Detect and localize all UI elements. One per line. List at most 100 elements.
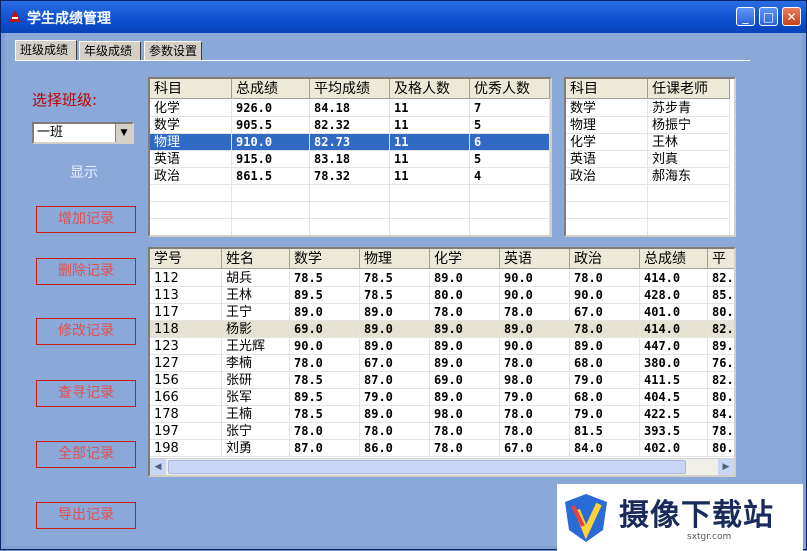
table-row[interactable]: 117 王宁 89.0 89.0 78.0 78.0 67.0 401.0 80. — [150, 304, 734, 321]
table-cell: 178 — [150, 406, 222, 423]
table-cell: 123 — [150, 338, 222, 355]
table-cell: 78.0 — [500, 355, 570, 372]
table-cell — [232, 219, 310, 235]
table-row[interactable]: 政治 郝海东 — [566, 168, 730, 185]
empty-row — [150, 202, 550, 219]
column-header[interactable]: 优秀人数 — [470, 79, 550, 99]
table-cell: 89.0 — [360, 304, 430, 321]
table-cell: 78.0 — [290, 423, 360, 440]
table-row[interactable]: 166 张军 89.5 79.0 89.0 79.0 68.0 404.5 80. — [150, 389, 734, 406]
search-record-button[interactable]: 查寻记录 — [36, 380, 136, 407]
table-cell — [150, 219, 232, 235]
table-row[interactable]: 156 张研 78.5 87.0 69.0 98.0 79.0 411.5 82. — [150, 372, 734, 389]
table-row[interactable]: 物理 910.0 82.73 11 6 — [150, 134, 550, 151]
table-row[interactable]: 113 王林 89.5 78.5 80.0 90.0 90.0 428.0 85. — [150, 287, 734, 304]
delete-record-button[interactable]: 删除记录 — [36, 258, 136, 285]
chevron-down-icon[interactable]: ▼ — [115, 124, 132, 142]
table-cell: 89.0 — [430, 270, 500, 287]
empty-row — [150, 185, 550, 202]
column-header[interactable]: 总成绩 — [640, 249, 708, 269]
table-cell: 82.73 — [310, 134, 390, 151]
scroll-left-icon[interactable]: ◀ — [150, 459, 166, 475]
table-cell: 428.0 — [640, 287, 708, 304]
table-cell — [150, 202, 232, 219]
table-cell: 80. — [708, 440, 734, 457]
table-row[interactable]: 化学 926.0 84.18 11 7 — [150, 100, 550, 117]
column-header[interactable]: 及格人数 — [390, 79, 470, 99]
column-header[interactable]: 任课老师 — [648, 79, 730, 99]
column-header[interactable]: 科目 — [150, 79, 232, 99]
tab-grade-scores[interactable]: 年级成绩 — [79, 41, 141, 60]
table-cell: 物理 — [566, 117, 648, 134]
empty-row — [566, 219, 730, 235]
table-row[interactable]: 英语 915.0 83.18 11 5 — [150, 151, 550, 168]
table-cell — [470, 202, 550, 219]
tab-class-scores[interactable]: 班级成绩 — [15, 40, 77, 61]
table-row[interactable]: 物理 杨振宁 — [566, 117, 730, 134]
table-cell: 王宁 — [222, 304, 290, 321]
table-cell — [566, 219, 648, 235]
table-cell: 张研 — [222, 372, 290, 389]
column-header[interactable]: 总成绩 — [232, 79, 310, 99]
column-header[interactable]: 政治 — [570, 249, 640, 269]
scroll-right-icon[interactable]: ▶ — [718, 459, 734, 475]
table-cell: 402.0 — [640, 440, 708, 457]
teacher-table[interactable]: 科目 任课老师 数学 苏步青 物理 杨振宁 化学 王林 英语 刘真 政治 郝海东 — [564, 77, 736, 237]
watermark-text: 摄像下载站 — [619, 498, 774, 533]
tab-settings[interactable]: 参数设置 — [144, 41, 202, 60]
table-row[interactable]: 197 张宁 78.0 78.0 78.0 78.0 81.5 393.5 78. — [150, 423, 734, 440]
table-cell: 78.0 — [430, 440, 500, 457]
table-cell: 87.0 — [290, 440, 360, 457]
table-row[interactable]: 123 王光辉 90.0 89.0 89.0 90.0 89.0 447.0 89. — [150, 338, 734, 355]
scrollbar-thumb[interactable] — [168, 460, 686, 474]
table-cell: 化学 — [566, 134, 648, 151]
table-row[interactable]: 127 李楠 78.0 67.0 89.0 78.0 68.0 380.0 76. — [150, 355, 734, 372]
table-cell — [310, 185, 390, 202]
close-button[interactable]: ✕ — [782, 7, 801, 26]
add-record-button[interactable]: 增加记录 — [36, 206, 136, 233]
table-cell: 89.0 — [570, 338, 640, 355]
class-select[interactable]: 一班 ▼ — [32, 122, 134, 144]
column-header[interactable]: 物理 — [360, 249, 430, 269]
table-cell — [310, 219, 390, 235]
table-cell — [232, 202, 310, 219]
column-header[interactable]: 化学 — [430, 249, 500, 269]
table-cell: 198 — [150, 440, 222, 457]
column-header[interactable]: 姓名 — [222, 249, 290, 269]
table-row[interactable]: 数学 905.5 82.32 11 5 — [150, 117, 550, 134]
horizontal-scrollbar[interactable]: ◀ ▶ — [150, 458, 734, 475]
table-row[interactable]: 198 刘勇 87.0 86.0 78.0 67.0 84.0 402.0 80. — [150, 440, 734, 457]
table-cell: 393.5 — [640, 423, 708, 440]
subject-summary-table[interactable]: 科目 总成绩 平均成绩 及格人数 优秀人数 化学 926.0 84.18 11 7 数学 905.5 8… — [148, 77, 552, 237]
table-cell: 11 — [390, 168, 470, 185]
column-header[interactable]: 英语 — [500, 249, 570, 269]
table-cell: 89.0 — [430, 355, 500, 372]
column-header[interactable]: 学号 — [150, 249, 222, 269]
minimize-button[interactable]: _ — [736, 7, 755, 26]
column-header[interactable]: 平 — [708, 249, 734, 269]
column-header[interactable]: 数学 — [290, 249, 360, 269]
table-row[interactable]: 112 胡兵 78.5 78.5 89.0 90.0 78.0 414.0 82. — [150, 270, 734, 287]
student-score-table[interactable]: 学号 姓名 数学 物理 化学 英语 政治 总成绩平 112 胡兵 78.5 78.5 89.0 90.0 7… — [148, 247, 736, 477]
table-cell: 78.0 — [430, 304, 500, 321]
all-records-button[interactable]: 全部记录 — [36, 441, 136, 468]
title-bar[interactable]: 学生成绩管理 _ □ ✕ — [1, 1, 806, 33]
table-cell: 89.0 — [360, 338, 430, 355]
column-header[interactable]: 科目 — [566, 79, 648, 99]
table-row[interactable]: 政治 861.5 78.32 11 4 — [150, 168, 550, 185]
table-cell: 78.0 — [430, 423, 500, 440]
column-header[interactable]: 平均成绩 — [310, 79, 390, 99]
table-cell: 杨振宁 — [648, 117, 730, 134]
table-row[interactable]: 178 王楠 78.5 89.0 98.0 78.0 79.0 422.5 84. — [150, 406, 734, 423]
table-cell: 915.0 — [232, 151, 310, 168]
table-row[interactable]: 118 杨影 69.0 89.0 89.0 89.0 78.0 414.0 82. — [150, 321, 734, 338]
table-cell: 89.0 — [430, 338, 500, 355]
export-record-button[interactable]: 导出记录 — [36, 502, 136, 529]
maximize-button[interactable]: □ — [759, 7, 778, 26]
app-icon — [9, 10, 21, 22]
edit-record-button[interactable]: 修改记录 — [36, 318, 136, 345]
table-row[interactable]: 英语 刘真 — [566, 151, 730, 168]
table-row[interactable]: 化学 王林 — [566, 134, 730, 151]
table-cell: 82. — [708, 321, 734, 338]
table-row[interactable]: 数学 苏步青 — [566, 100, 730, 117]
